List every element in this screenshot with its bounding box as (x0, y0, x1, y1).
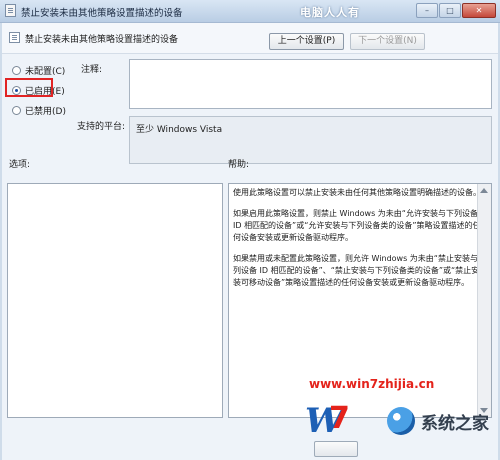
policy-icon (9, 32, 20, 43)
policy-editor-window: 禁止安装未由其他策略设置描述的设备 电脑人人有 – □ ✕ 禁止安装未由其他策略… (0, 0, 500, 460)
radio-disabled[interactable]: 已禁用(D) (12, 104, 66, 117)
supported-platform-value: 至少 Windows Vista (129, 116, 492, 164)
watermark-site-name: 系统之家 (421, 414, 489, 434)
policy-title: 禁止安装未由其他策略设置描述的设备 (25, 35, 179, 45)
window-icon (5, 4, 16, 17)
help-scrollbar[interactable] (477, 184, 491, 417)
window-title: 禁止安装未由其他策略设置描述的设备 (21, 8, 183, 19)
comment-label: 注释: (81, 65, 103, 75)
watermark-logo: W 7 系统之家 (305, 395, 499, 457)
comment-textarea[interactable] (129, 59, 492, 109)
help-paragraph: 使用此策略设置可以禁止安装未由任何其他策略设置明确描述的设备。 (233, 188, 481, 197)
maximize-button[interactable]: □ (439, 3, 461, 18)
options-pane[interactable] (7, 183, 223, 418)
watermark-text-top: 电脑人人有 (300, 6, 360, 19)
watermark-logo-number: 7 (329, 401, 350, 436)
radio-circle[interactable] (12, 66, 21, 75)
radio-not-configured[interactable]: 未配置(C) (12, 64, 65, 77)
watermark-url: www.win7zhijia.cn (309, 377, 435, 391)
previous-setting-button[interactable]: 上一个设置(P) (269, 33, 344, 50)
windows-orb-icon (387, 407, 415, 435)
radio-label: 未配置(C) (25, 67, 66, 77)
title-bar: 禁止安装未由其他策略设置描述的设备 电脑人人有 – □ ✕ (0, 0, 500, 23)
header-strip: 禁止安装未由其他策略设置描述的设备 上一个设置(P) 下一个设置(N) (2, 23, 498, 54)
highlight-annotation-box (5, 78, 53, 97)
supported-platform-label: 支持的平台: (77, 122, 126, 132)
dialog-content: 禁止安装未由其他策略设置描述的设备 上一个设置(P) 下一个设置(N) 未配置(… (2, 23, 498, 460)
help-paragraph: 如果禁用或未配置此策略设置，则允许 Windows 为未由“禁止安装与下列设备 … (233, 254, 486, 287)
scroll-up-arrow-icon[interactable] (480, 188, 488, 193)
close-button[interactable]: ✕ (462, 3, 496, 18)
radio-circle[interactable] (12, 106, 21, 115)
minimize-button[interactable]: – (416, 3, 438, 18)
options-label: 选项: (9, 160, 31, 170)
radio-label: 已禁用(D) (25, 107, 66, 117)
next-setting-button[interactable]: 下一个设置(N) (350, 33, 425, 50)
help-paragraph: 如果启用此策略设置，则禁止 Windows 为未由“允许安装与下列设备 ID 相… (233, 209, 481, 242)
help-label: 帮助: (228, 160, 250, 170)
window-controls: – □ ✕ (416, 3, 496, 19)
